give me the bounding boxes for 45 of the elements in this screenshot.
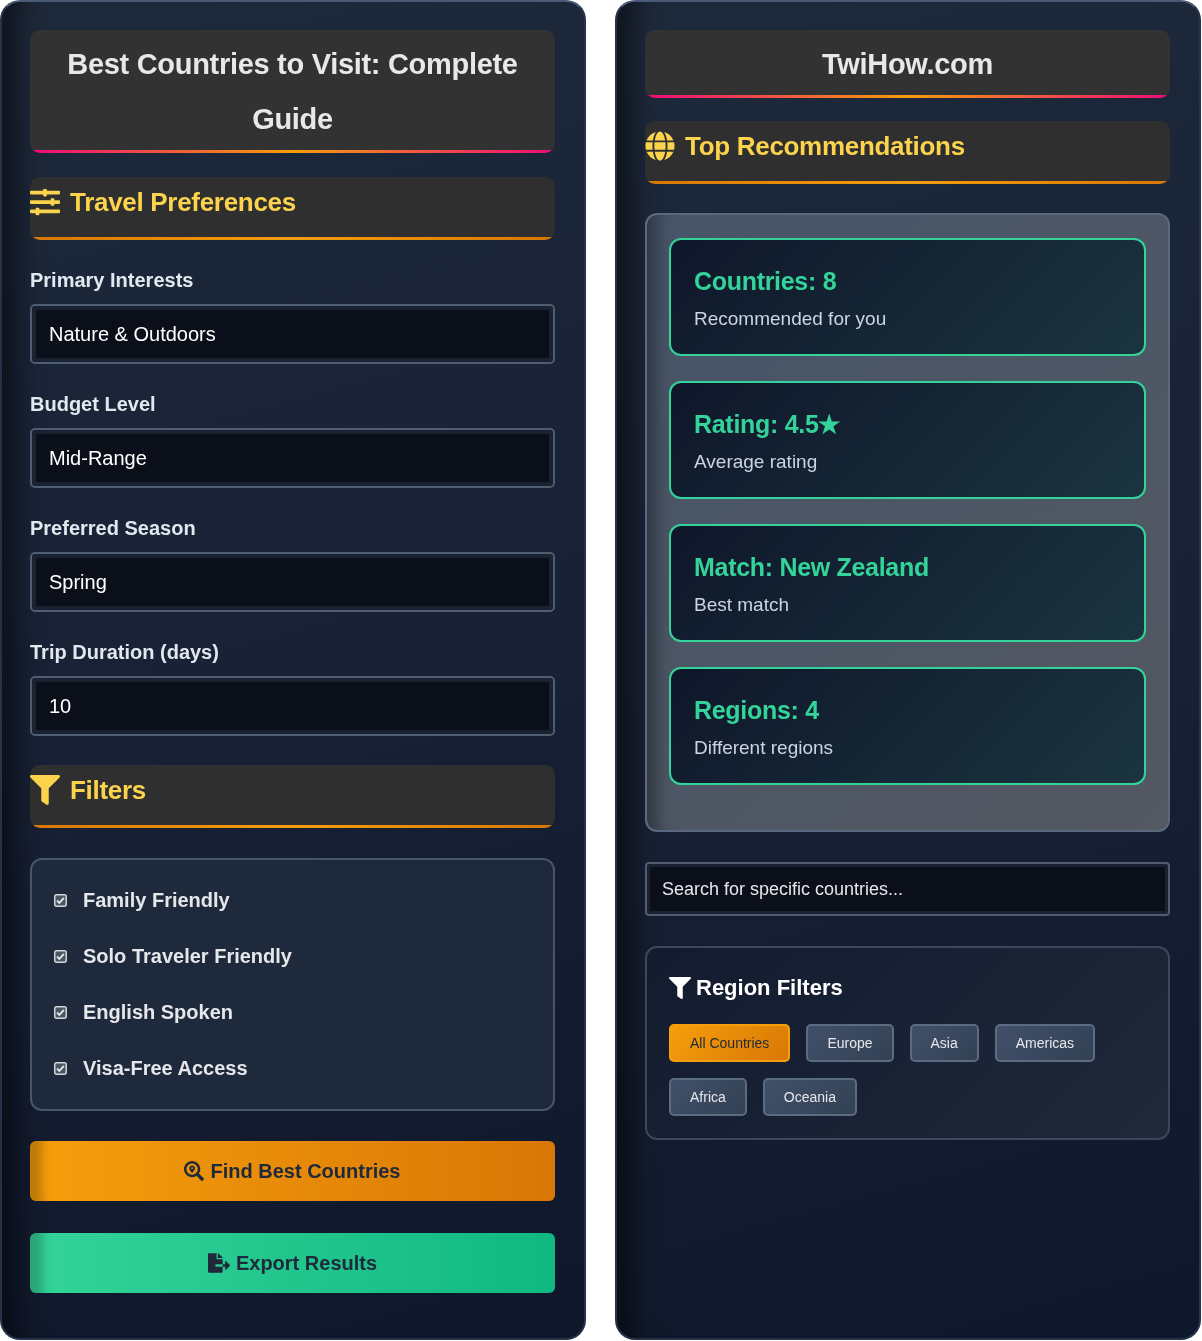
input-field[interactable]: Mid-Range [30, 428, 555, 488]
stat-caption: Best match [694, 593, 791, 617]
checkbox[interactable] [54, 893, 67, 907]
search-icon [184, 1161, 205, 1181]
region-chip[interactable]: Asia [909, 1024, 979, 1062]
find-button[interactable]: Find Best Countries [30, 1141, 555, 1201]
region-chip[interactable]: Americas [994, 1024, 1096, 1062]
stat-title: Rating: 4.5★ [694, 409, 842, 440]
input-field[interactable]: Nature & Outdoors [30, 304, 555, 364]
page-title: Best Countries to Visit: Complete Guide [66, 47, 519, 137]
checkbox-label: Visa-Free Access [83, 1056, 248, 1080]
section-title: Filters [70, 773, 146, 806]
field-label: Primary Interests [30, 268, 195, 292]
filter-icon [669, 977, 691, 999]
export-button[interactable]: Export Results [30, 1233, 555, 1293]
region-chip[interactable]: All Countries [669, 1024, 791, 1062]
section-title: Top Recommendations [685, 129, 965, 162]
stat-title: Regions: 4 [694, 695, 820, 726]
input-field[interactable]: 10 [30, 676, 555, 736]
sliders-icon [30, 186, 60, 217]
region-chip[interactable]: Europe [806, 1024, 894, 1062]
region-chip[interactable]: Oceania [762, 1078, 857, 1116]
region-filter-title: Region Filters [696, 974, 843, 1002]
checkbox-label: English Spoken [83, 1000, 234, 1024]
site-title: TwiHow.com [821, 47, 994, 82]
stat-title: Countries: 8 [694, 266, 838, 297]
checkbox[interactable] [54, 1061, 67, 1075]
globe-icon [645, 130, 675, 161]
stat-caption: Recommended for you [694, 307, 888, 331]
checkbox[interactable] [54, 949, 67, 963]
checkbox[interactable] [54, 1005, 67, 1019]
stat-title: Match: New Zealand [694, 552, 930, 583]
field-label: Trip Duration (days) [30, 640, 220, 664]
input-field[interactable]: Spring [30, 552, 555, 612]
field-label: Preferred Season [30, 516, 197, 540]
file-export-icon [207, 1252, 230, 1274]
region-chip[interactable]: Africa [669, 1078, 747, 1116]
checkbox-label: Solo Traveler Friendly [83, 944, 292, 968]
filter-icon [30, 774, 60, 805]
stat-caption: Average rating [694, 450, 819, 474]
checkbox-label: Family Friendly [83, 888, 230, 912]
section-title: Travel Preferences [70, 185, 296, 218]
field-label: Budget Level [30, 392, 157, 416]
search-field[interactable]: Search for specific countries... [645, 862, 1170, 916]
stat-caption: Different regions [694, 736, 835, 760]
